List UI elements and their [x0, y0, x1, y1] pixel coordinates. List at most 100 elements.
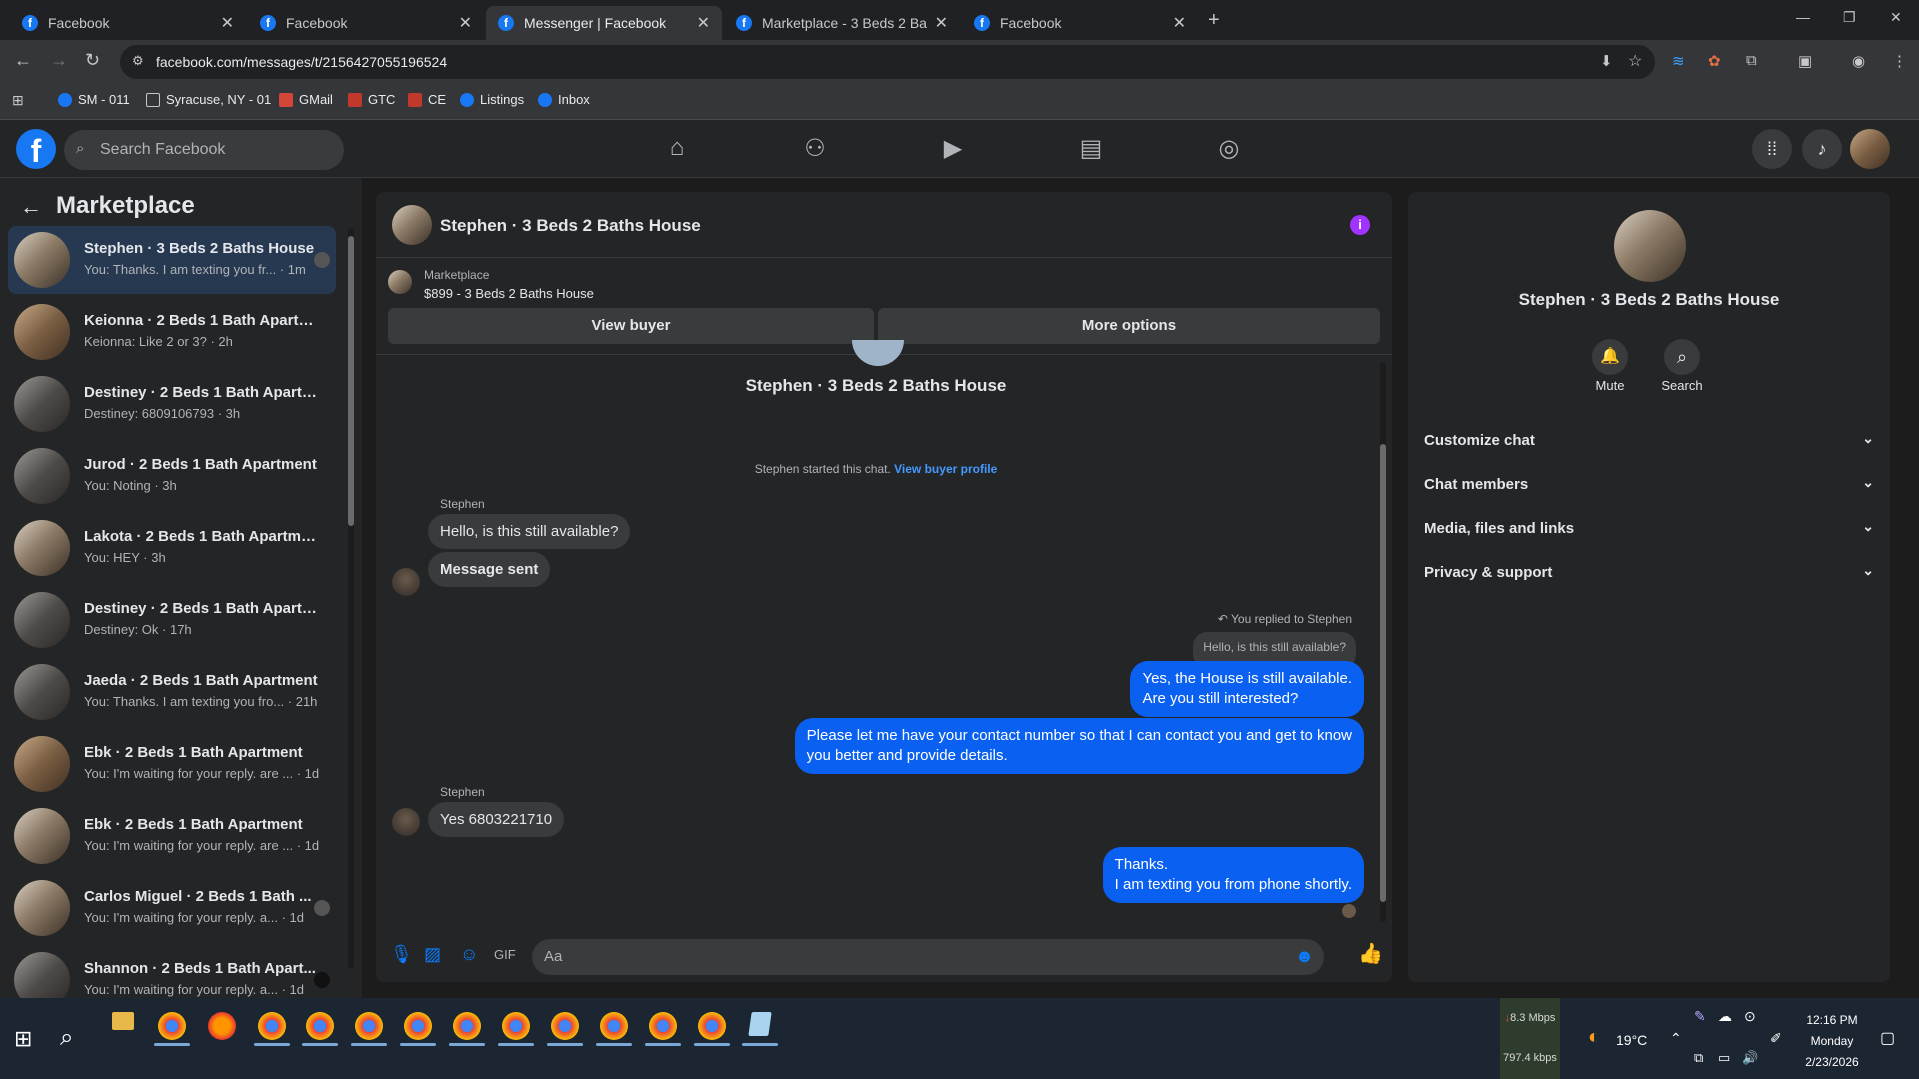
chrome-icon[interactable] [600, 1012, 628, 1040]
weather-icon[interactable]: ◐ [1588, 1026, 1600, 1049]
chat-scrollbar-thumb[interactable] [1380, 444, 1386, 902]
side-panel-icon[interactable]: ▣ [1798, 52, 1812, 70]
conversation-item[interactable]: Stephen · 3 Beds 2 Baths House You: Than… [8, 226, 336, 294]
close-window-icon[interactable]: ✕ [1890, 9, 1902, 26]
sidebar-scrollbar-thumb[interactable] [348, 236, 354, 526]
pen-icon[interactable]: ✐ [1770, 1030, 1782, 1047]
bookmark-item[interactable]: Inbox [538, 92, 590, 107]
reload-icon[interactable]: ↻ [85, 50, 100, 71]
bookmark-star-icon[interactable]: ☆ [1628, 51, 1642, 71]
like-thumbs-up-icon[interactable]: 👍 [1358, 941, 1383, 966]
conversation-item[interactable]: Ebk · 2 Beds 1 Bath Apartment You: I'm w… [8, 730, 336, 798]
menu-kebab-icon[interactable]: ⋮ [1892, 52, 1907, 70]
bookmark-item[interactable]: GMail [279, 92, 333, 107]
chrome-icon[interactable] [453, 1012, 481, 1040]
view-buyer-profile-link[interactable]: View buyer profile [894, 462, 997, 476]
chrome-icon[interactable] [404, 1012, 432, 1040]
gaming-icon[interactable]: ◎ [1214, 134, 1244, 164]
bookmark-item[interactable]: CE [408, 92, 446, 107]
message-bubble[interactable]: Hello, is this still available? [428, 514, 631, 549]
privacy-support-section[interactable]: Privacy & support ⌄ [1424, 554, 1874, 594]
chrome-icon[interactable] [258, 1012, 286, 1040]
bookmark-item[interactable]: GTC [348, 92, 395, 107]
browser-tab-5[interactable]: f Facebook ✕ [962, 6, 1198, 40]
pen-tray-icon[interactable]: ✎ [1694, 1008, 1706, 1025]
profile-avatar[interactable] [1850, 129, 1890, 169]
info-icon[interactable]: i [1350, 215, 1370, 235]
view-buyer-button[interactable]: View buyer [388, 308, 874, 344]
chat-title[interactable]: Stephen · 3 Beds 2 Baths House [440, 216, 701, 236]
chrome-icon[interactable] [698, 1012, 726, 1040]
search-icon[interactable]: ⌕ [1664, 339, 1700, 375]
conversation-item[interactable]: Shannon · 2 Beds 1 Bath Apart... You: I'… [8, 946, 336, 998]
conversation-item[interactable]: Lakota · 2 Beds 1 Bath Apartment You: HE… [8, 514, 336, 582]
windows-start-icon[interactable]: ⊞ [14, 1026, 32, 1052]
chat-members-section[interactable]: Chat members ⌄ [1424, 466, 1874, 506]
sender-avatar[interactable] [392, 808, 420, 836]
browser-tab-2[interactable]: f Facebook ✕ [248, 6, 484, 40]
photo-icon[interactable]: ▨ [424, 944, 441, 965]
extension-icon[interactable]: ✿ [1708, 52, 1721, 70]
back-arrow-icon[interactable]: ← [20, 194, 42, 220]
bookmark-item[interactable]: Syracuse, NY - 01 [146, 92, 271, 107]
new-tab-icon[interactable]: + [1208, 9, 1220, 32]
search-label[interactable]: Search [1652, 378, 1712, 393]
chevron-up-icon[interactable]: ⌃ [1670, 1030, 1682, 1047]
menu-grid-icon[interactable]: ⁞⁞ [1752, 129, 1792, 169]
microphone-icon[interactable]: 🎙 [390, 944, 413, 965]
message-bubble[interactable]: Yes 6803221710 [428, 802, 565, 837]
browser-tab-4[interactable]: f Marketplace - 3 Beds 2 Baths H ✕ [724, 6, 960, 40]
firefox-icon[interactable] [208, 1012, 236, 1040]
message-bubble-outgoing[interactable]: Thanks. I am texting you from phone shor… [1102, 847, 1364, 903]
forward-icon[interactable]: → [50, 50, 68, 71]
bookmark-item[interactable]: SM - 011 [58, 92, 130, 107]
chat-avatar[interactable] [392, 205, 432, 245]
gif-icon[interactable]: GIF [494, 947, 516, 962]
sticker-icon[interactable]: ☺ [460, 944, 478, 965]
volume-icon[interactable]: 🔊 [1742, 1050, 1758, 1066]
notifications-icon[interactable]: ▢ [1880, 1028, 1895, 1048]
browser-tab-1[interactable]: f Facebook ✕ [10, 6, 246, 40]
message-input[interactable]: Aa ☻ [532, 939, 1324, 975]
browser-tab-3[interactable]: f Messenger | Facebook ✕ [486, 6, 722, 40]
extension-icon[interactable]: ≋ [1672, 52, 1685, 70]
message-bubble[interactable]: Message sent [428, 552, 551, 587]
extensions-puzzle-icon[interactable]: ⧉ [1746, 52, 1757, 69]
emoji-icon[interactable]: ☻ [1295, 946, 1314, 967]
tray-icon[interactable]: ⊙ [1744, 1008, 1756, 1025]
install-app-icon[interactable]: ⬇ [1600, 52, 1613, 70]
network-icon[interactable]: ▭ [1718, 1050, 1730, 1066]
address-bar[interactable]: ⚙ facebook.com/messages/t/21564270551965… [120, 45, 1655, 79]
message-bubble-outgoing[interactable]: Yes, the House is still available. Are y… [1130, 661, 1364, 717]
search-input[interactable]: ⌕ Search Facebook [64, 130, 344, 170]
marketplace-icon[interactable]: ▤ [1076, 134, 1106, 164]
conversation-item[interactable]: Keionna · 2 Beds 1 Bath Apartm... Keionn… [8, 298, 336, 366]
video-icon[interactable]: ▶ [938, 134, 968, 164]
more-options-button[interactable]: More options [878, 308, 1380, 344]
conversation-item[interactable]: Destiney · 2 Beds 1 Bath Apartm... Desti… [8, 586, 336, 654]
media-files-links-section[interactable]: Media, files and links ⌄ [1424, 510, 1874, 550]
close-icon[interactable]: ✕ [459, 13, 472, 33]
chrome-icon[interactable] [551, 1012, 579, 1040]
chrome-icon[interactable] [158, 1012, 186, 1040]
customize-chat-section[interactable]: Customize chat ⌄ [1424, 422, 1874, 462]
message-bubble-outgoing[interactable]: Please let me have your contact number s… [794, 718, 1364, 774]
bookmark-item[interactable]: Listings [460, 92, 524, 107]
search-icon[interactable]: ⌕ [60, 1024, 73, 1052]
conversation-item[interactable]: Ebk · 2 Beds 1 Bath Apartment You: I'm w… [8, 802, 336, 870]
conversation-item[interactable]: Jurod · 2 Beds 1 Bath Apartment You: Not… [8, 442, 336, 510]
close-icon[interactable]: ✕ [221, 13, 234, 33]
chrome-icon[interactable] [355, 1012, 383, 1040]
conversation-item[interactable]: Destiney · 2 Beds 1 Bath Apartm... Desti… [8, 370, 336, 438]
listing-title[interactable]: $899 - 3 Beds 2 Baths House [424, 286, 594, 301]
mute-bell-icon[interactable]: 🔔 [1592, 339, 1628, 375]
cloud-icon[interactable]: ☁ [1718, 1008, 1732, 1025]
profile-icon[interactable]: ◉ [1852, 52, 1865, 70]
close-icon[interactable]: ✕ [1173, 13, 1186, 33]
back-icon[interactable]: ← [14, 50, 32, 71]
site-info-icon[interactable]: ⚙ [132, 53, 144, 69]
tray-icon[interactable]: ⧉ [1694, 1050, 1703, 1066]
sender-avatar[interactable] [392, 568, 420, 596]
minimize-icon[interactable]: — [1796, 9, 1810, 25]
chrome-icon[interactable] [502, 1012, 530, 1040]
